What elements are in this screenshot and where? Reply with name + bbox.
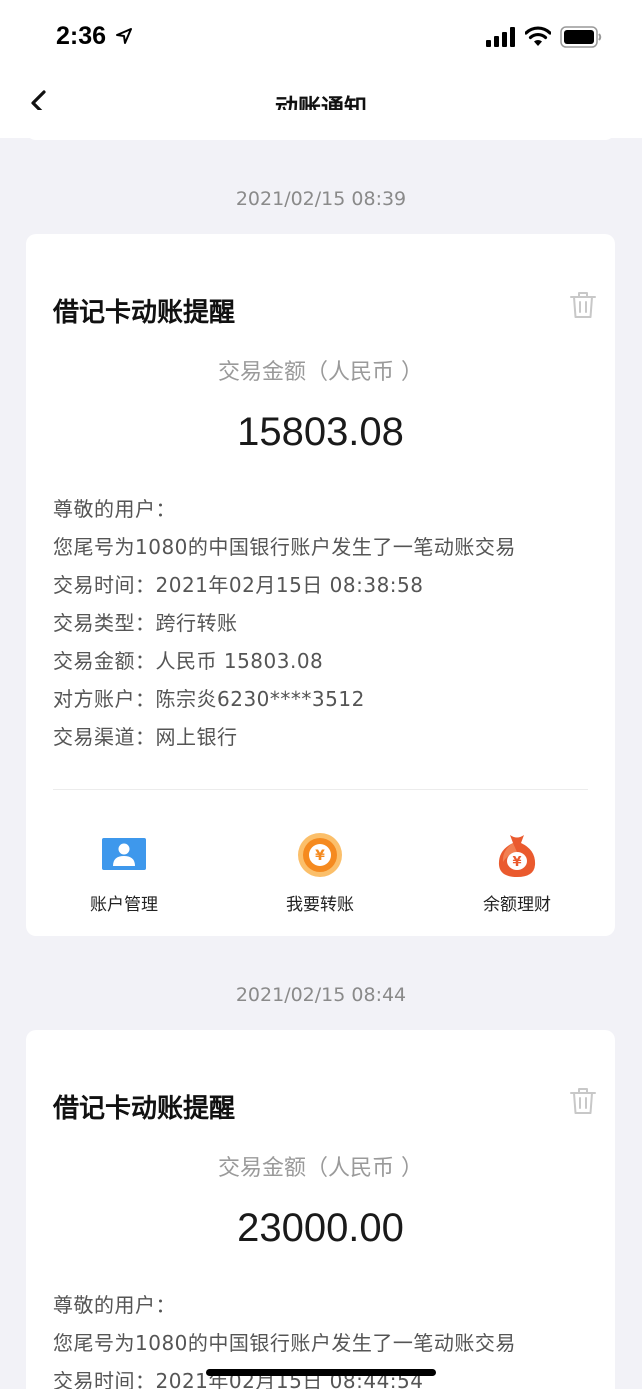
svg-text:¥: ¥ bbox=[315, 848, 325, 864]
amount-label: 交易金额（人民币 ） bbox=[218, 1156, 423, 1181]
balance-finance-label: 余额理财 bbox=[483, 895, 551, 915]
amount-value: 23000.00 bbox=[237, 1206, 404, 1250]
account-notice-line: 您尾号为1080的中国银行账户发生了一笔动账交易 bbox=[53, 535, 516, 559]
divider bbox=[53, 789, 588, 790]
notification-timestamp: 2021/02/15 08:44 bbox=[235, 984, 407, 1006]
previous-card-edge bbox=[26, 110, 615, 140]
amount-label: 交易金额（人民币 ） bbox=[218, 360, 423, 385]
amount-value: 15803.08 bbox=[237, 410, 404, 454]
transfer-button[interactable]: ¥ 我要转账 bbox=[245, 832, 395, 915]
cellular-signal-icon bbox=[486, 27, 515, 47]
notification-timestamp: 2021/02/15 08:39 bbox=[235, 188, 407, 210]
status-bar: 2:36 bbox=[0, 0, 642, 70]
quick-actions: 账户管理 ¥ 我要转账 ¥ 余额理财 bbox=[26, 832, 615, 922]
trash-icon[interactable] bbox=[569, 1086, 597, 1116]
notification-card: 借记卡动账提醒 交易金额（人民币 ） 15803.08 尊敬的用户： 您尾号为1… bbox=[26, 234, 615, 936]
counterparty-account-line: 对方账户：陈宗炎6230****3512 bbox=[53, 687, 365, 711]
home-indicator[interactable] bbox=[206, 1369, 436, 1376]
account-icon bbox=[102, 838, 146, 870]
greeting-line: 尊敬的用户： bbox=[53, 497, 176, 521]
svg-text:¥: ¥ bbox=[512, 855, 521, 870]
notification-card: 借记卡动账提醒 交易金额（人民币 ） 23000.00 尊敬的用户： 您尾号为1… bbox=[26, 1030, 615, 1389]
transfer-label: 我要转账 bbox=[286, 895, 354, 915]
transaction-time-line: 交易时间：2021年02月15日 08:38:58 bbox=[53, 573, 424, 597]
card-title: 借记卡动账提醒 bbox=[53, 298, 236, 328]
greeting-line: 尊敬的用户： bbox=[53, 1293, 176, 1317]
transaction-details: 尊敬的用户： 您尾号为1080的中国银行账户发生了一笔动账交易 交易时间：202… bbox=[53, 494, 516, 760]
status-time: 2:36 bbox=[56, 22, 107, 50]
card-title: 借记卡动账提醒 bbox=[53, 1094, 236, 1124]
transaction-amount-line: 交易金额：人民币 15803.08 bbox=[53, 649, 324, 673]
location-arrow-icon bbox=[116, 28, 132, 44]
transaction-type-line: 交易类型：跨行转账 bbox=[53, 611, 238, 635]
trash-icon[interactable] bbox=[569, 290, 597, 320]
wifi-icon bbox=[525, 26, 551, 46]
transaction-channel-line: 交易渠道：网上银行 bbox=[53, 725, 238, 749]
battery-icon bbox=[560, 26, 602, 48]
account-notice-line: 您尾号为1080的中国银行账户发生了一笔动账交易 bbox=[53, 1331, 516, 1355]
account-management-button[interactable]: 账户管理 bbox=[49, 832, 199, 915]
transfer-icon: ¥ bbox=[298, 833, 342, 877]
account-management-label: 账户管理 bbox=[90, 895, 158, 915]
balance-finance-button[interactable]: ¥ 余额理财 bbox=[442, 832, 592, 915]
money-bag-icon: ¥ bbox=[498, 835, 536, 877]
